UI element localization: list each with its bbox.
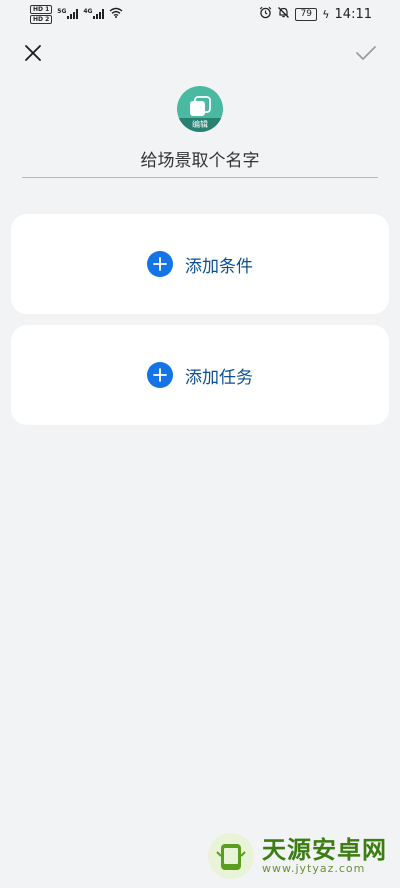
- add-task-label: 添加任务: [185, 367, 253, 388]
- signal-2: 4G: [83, 8, 105, 19]
- battery-level: 79: [295, 7, 318, 21]
- add-task-card[interactable]: 添加任务: [11, 325, 389, 425]
- plus-icon: [147, 251, 173, 277]
- signal-bars-icon: [93, 9, 105, 19]
- status-bar: HD 1 HD 2 5G 4G 79 ϟ 14:11: [0, 0, 400, 28]
- watermark-text: 天源安卓网 www.jytyaz.com: [262, 835, 387, 876]
- sim2-badge: HD 2: [30, 14, 53, 24]
- checkmark-icon: [356, 46, 376, 60]
- alarm-icon: [259, 6, 272, 22]
- site-watermark: 天源安卓网 www.jytyaz.com: [208, 830, 387, 882]
- status-left: HD 1 HD 2 5G 4G: [30, 4, 123, 24]
- sim1-badge: HD 1: [30, 4, 53, 14]
- wifi-icon: [109, 7, 123, 21]
- scene-name-field: [22, 145, 378, 178]
- mute-icon: [277, 6, 290, 22]
- add-task-content: 添加任务: [147, 362, 253, 388]
- signal-1: 5G: [57, 8, 79, 19]
- close-icon: [25, 45, 41, 61]
- add-condition-label: 添加条件: [185, 256, 253, 277]
- watermark-url: www.jytyaz.com: [262, 862, 366, 876]
- status-right: 79 ϟ 14:11: [259, 6, 372, 22]
- scene-name-input[interactable]: [22, 151, 378, 171]
- sim-indicators: HD 1 HD 2: [30, 4, 53, 24]
- watermark-logo-icon: [208, 833, 254, 879]
- watermark-title: 天源安卓网: [262, 835, 387, 864]
- edit-label: 编辑: [177, 118, 223, 132]
- network-type-1: 5G: [57, 8, 67, 15]
- charging-bolt-icon: ϟ: [322, 7, 330, 21]
- add-condition-content: 添加条件: [147, 251, 253, 277]
- top-bar: [0, 36, 400, 70]
- plus-icon: [147, 362, 173, 388]
- scene-icon-edit-button[interactable]: 编辑: [177, 86, 223, 132]
- confirm-button[interactable]: [352, 39, 380, 67]
- close-button[interactable]: [20, 40, 46, 66]
- scene-cards-icon: [190, 96, 211, 116]
- add-condition-card[interactable]: 添加条件: [11, 214, 389, 314]
- network-type-2: 4G: [83, 8, 93, 15]
- signal-bars-icon: [67, 9, 79, 19]
- status-time: 14:11: [334, 6, 372, 22]
